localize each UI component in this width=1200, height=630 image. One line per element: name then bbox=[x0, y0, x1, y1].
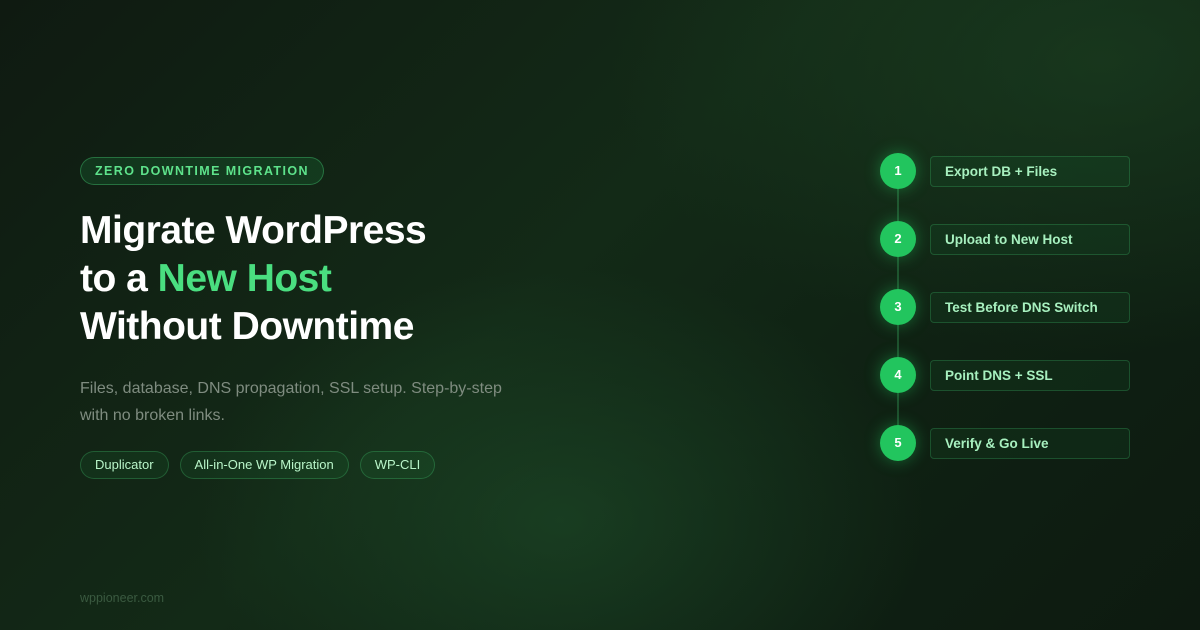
description: Files, database, DNS propagation, SSL se… bbox=[80, 380, 502, 424]
step-card: Test Before DNS Switch bbox=[930, 292, 1130, 323]
step-number: 5 bbox=[880, 425, 916, 461]
tool-tags: Duplicator All-in-One WP Migration WP-CL… bbox=[80, 451, 540, 479]
tag-wp-cli: WP-CLI bbox=[359, 451, 436, 479]
step-card: Upload to New Host bbox=[930, 224, 1130, 255]
step-label: Test Before DNS Switch bbox=[945, 300, 1098, 315]
step-connector bbox=[897, 393, 899, 425]
step-number: 1 bbox=[880, 153, 916, 189]
step-3: 3 Test Before DNS Switch bbox=[880, 289, 1130, 325]
step-card: Export DB + Files bbox=[930, 156, 1130, 187]
step-number: 2 bbox=[880, 221, 916, 257]
step-5: 5 Verify & Go Live bbox=[880, 425, 1130, 461]
step-label: Verify & Go Live bbox=[945, 436, 1049, 451]
step-number: 4 bbox=[880, 357, 916, 393]
step-connector bbox=[897, 325, 899, 357]
headline-line-2: to a New Host bbox=[80, 255, 540, 303]
step-connector bbox=[897, 189, 899, 221]
step-label: Export DB + Files bbox=[945, 164, 1058, 179]
step-card: Point DNS + SSL bbox=[930, 360, 1130, 391]
tag-all-in-one-wp-migration: All-in-One WP Migration bbox=[179, 451, 349, 479]
step-connector bbox=[897, 257, 899, 289]
hero-content: ZERO DOWNTIME MIGRATION Migrate WordPres… bbox=[80, 157, 540, 479]
headline: Migrate WordPress to a New Host Without … bbox=[80, 207, 540, 351]
step-1: 1 Export DB + Files bbox=[880, 153, 1130, 189]
step-label: Point DNS + SSL bbox=[945, 368, 1053, 383]
headline-accent: New Host bbox=[157, 257, 332, 300]
headline-line-2-prefix: to a bbox=[80, 257, 158, 300]
step-4: 4 Point DNS + SSL bbox=[880, 357, 1130, 393]
tag-duplicator: Duplicator bbox=[80, 451, 169, 479]
site-domain: wppioneer.com bbox=[80, 591, 165, 605]
category-badge: ZERO DOWNTIME MIGRATION bbox=[80, 157, 324, 185]
headline-line-1: Migrate WordPress bbox=[80, 209, 427, 252]
step-2: 2 Upload to New Host bbox=[880, 221, 1130, 257]
step-card: Verify & Go Live bbox=[930, 428, 1130, 459]
step-number: 3 bbox=[880, 289, 916, 325]
headline-line-3: Without Downtime bbox=[80, 305, 414, 348]
step-label: Upload to New Host bbox=[945, 232, 1073, 247]
